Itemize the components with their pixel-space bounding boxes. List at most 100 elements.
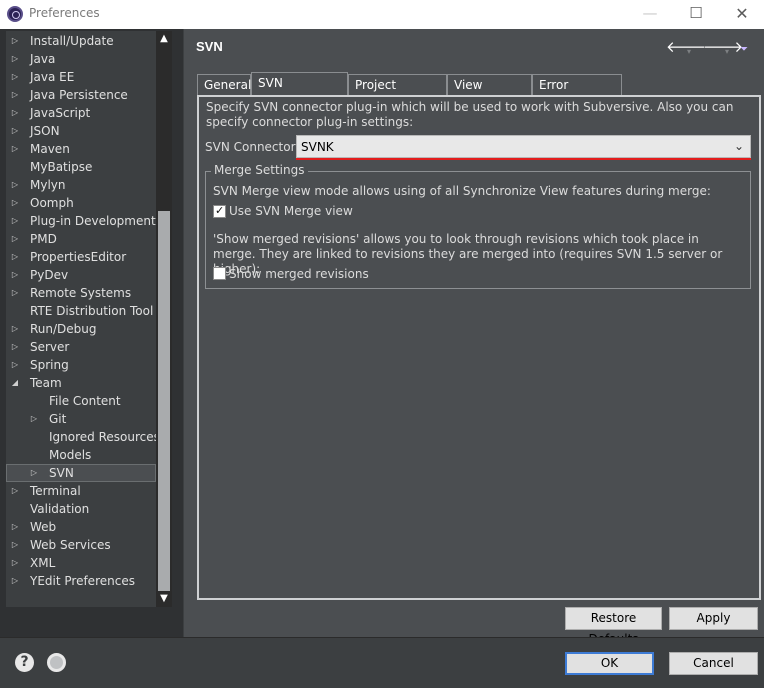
tree-item[interactable]: Ignored Resources [6, 428, 156, 446]
tree-item-label: XML [30, 556, 56, 570]
title-bar: Preferences — ☐ ✕ [0, 0, 764, 29]
tree-item[interactable]: ▷ Git [6, 410, 156, 428]
leaf-spacer [29, 446, 39, 464]
tree-item[interactable]: ▷ Mylyn [6, 176, 156, 194]
collapsed-twisty-icon[interactable]: ▷ [10, 482, 20, 500]
collapsed-twisty-icon[interactable]: ▷ [10, 212, 20, 230]
tree-item[interactable]: MyBatipse [6, 158, 156, 176]
tree-item[interactable]: ◢ Team [6, 374, 156, 392]
collapsed-twisty-icon[interactable]: ▷ [10, 284, 20, 302]
scroll-up-arrow-icon[interactable]: ▲ [156, 31, 172, 47]
tree-item[interactable]: ▷ SVN [6, 464, 156, 482]
view-menu-icon[interactable]: ⏷ [740, 41, 748, 59]
tree-item-label: Git [49, 412, 67, 426]
tree-item[interactable]: ▷ JavaScript [6, 104, 156, 122]
tab-general[interactable]: General [197, 74, 251, 95]
tree-item[interactable]: Validation [6, 500, 156, 518]
tree-item[interactable]: ▷ YEdit Preferences [6, 572, 156, 590]
collapsed-twisty-icon[interactable]: ▷ [29, 410, 39, 428]
tree-item[interactable]: ▷ Java [6, 50, 156, 68]
tree-item-label: Java Persistence [30, 88, 128, 102]
tree-item[interactable]: ▷ Remote Systems [6, 284, 156, 302]
show-merged-revisions-checkbox[interactable] [213, 267, 226, 280]
connector-error-underline [296, 158, 751, 160]
settings-icon[interactable] [47, 653, 66, 672]
tree-item[interactable]: ▷ Spring [6, 356, 156, 374]
restore-defaults-button[interactable]: Restore Defaults [565, 607, 662, 646]
tree-item[interactable]: ▷ Server [6, 338, 156, 356]
use-merge-view-label[interactable]: Use SVN Merge view [229, 204, 353, 218]
collapsed-twisty-icon[interactable]: ▷ [10, 86, 20, 104]
tree-item-label: JSON [30, 124, 60, 138]
collapsed-twisty-icon[interactable]: ▷ [10, 248, 20, 266]
tree-scrollbar[interactable]: ▲ ▼ [156, 31, 172, 607]
tree-item[interactable]: ▷ Maven [6, 140, 156, 158]
tree-item-label: PMD [30, 232, 57, 246]
tab-error-reporting[interactable]: Error Reporting [532, 74, 622, 112]
tree-item-label: Remote Systems [30, 286, 132, 300]
collapsed-twisty-icon[interactable]: ▷ [10, 32, 20, 50]
minimize-button[interactable]: — [627, 0, 673, 29]
collapsed-twisty-icon[interactable]: ▷ [10, 140, 20, 158]
collapsed-twisty-icon[interactable]: ▷ [10, 266, 20, 284]
tree-item[interactable]: ▷ PropertiesEditor [6, 248, 156, 266]
scroll-thumb[interactable] [158, 211, 170, 591]
collapsed-twisty-icon[interactable]: ▷ [10, 572, 20, 590]
tree-item[interactable]: ▷ Install/Update [6, 32, 156, 50]
svn-connector-select[interactable]: SVNK ⌄ [296, 135, 751, 158]
apply-button[interactable]: Apply [669, 607, 758, 630]
tree-item[interactable]: ▷ Terminal [6, 482, 156, 500]
tree-item[interactable]: ▷ Java Persistence [6, 86, 156, 104]
collapsed-twisty-icon[interactable]: ▷ [29, 464, 39, 482]
eclipse-icon [7, 6, 23, 22]
tree-item-label: Web Services [30, 538, 111, 552]
tree-item[interactable]: ▷ Web Services [6, 536, 156, 554]
back-history-chevron-icon[interactable]: ▾ [687, 43, 691, 61]
collapsed-twisty-icon[interactable]: ▷ [10, 338, 20, 356]
forward-arrow-icon[interactable]: 🡒 [703, 38, 743, 56]
cancel-button[interactable]: Cancel [669, 652, 758, 675]
tree-item[interactable]: ▷ Web [6, 518, 156, 536]
tree-item-label: Maven [30, 142, 70, 156]
collapsed-twisty-icon[interactable]: ▷ [10, 104, 20, 122]
help-icon[interactable]: ? [15, 653, 34, 672]
tree-item[interactable]: ▷ Oomph [6, 194, 156, 212]
tab-view-settings[interactable]: View Settings [447, 74, 532, 112]
collapsed-twisty-icon[interactable]: ▷ [10, 50, 20, 68]
collapsed-twisty-icon[interactable]: ▷ [10, 536, 20, 554]
collapsed-twisty-icon[interactable]: ▷ [10, 68, 20, 86]
tree-item[interactable]: ▷ PyDev [6, 266, 156, 284]
preferences-tree[interactable]: ▷ Install/Update ▷ Java ▷ Java EE ▷ Java Persis… [6, 31, 156, 607]
tree-item[interactable]: ▷ Plug-in Development [6, 212, 156, 230]
collapsed-twisty-icon[interactable]: ▷ [10, 176, 20, 194]
tab-svn-connector[interactable]: SVN Connector [251, 72, 348, 110]
svn-connector-value: SVNK [301, 140, 334, 154]
show-merged-revisions-label[interactable]: Show merged revisions [229, 267, 369, 281]
merge-view-mode-text: SVN Merge view mode allows using of all … [213, 184, 711, 198]
collapsed-twisty-icon[interactable]: ▷ [10, 230, 20, 248]
collapsed-twisty-icon[interactable]: ▷ [10, 194, 20, 212]
collapsed-twisty-icon[interactable]: ▷ [10, 320, 20, 338]
tree-item[interactable]: ▷ XML [6, 554, 156, 572]
ok-button[interactable]: OK [565, 652, 654, 675]
maximize-button[interactable]: ☐ [673, 0, 719, 29]
tree-item[interactable]: ▷ Run/Debug [6, 320, 156, 338]
tab-project-structure[interactable]: Project structure [348, 74, 447, 112]
collapsed-twisty-icon[interactable]: ▷ [10, 554, 20, 572]
tree-item-label: Validation [30, 502, 90, 516]
tree-item[interactable]: ▷ JSON [6, 122, 156, 140]
tree-item[interactable]: ▷ PMD [6, 230, 156, 248]
tree-item[interactable]: File Content [6, 392, 156, 410]
forward-history-chevron-icon[interactable]: ▾ [725, 43, 729, 61]
tree-item[interactable]: ▷ Java EE [6, 68, 156, 86]
scroll-down-arrow-icon[interactable]: ▼ [156, 591, 172, 607]
expanded-twisty-icon[interactable]: ◢ [10, 374, 20, 392]
collapsed-twisty-icon[interactable]: ▷ [10, 518, 20, 536]
collapsed-twisty-icon[interactable]: ▷ [10, 122, 20, 140]
chevron-down-icon[interactable]: ⌄ [734, 139, 744, 153]
close-button[interactable]: ✕ [719, 0, 764, 29]
tree-item[interactable]: RTE Distribution Tool [6, 302, 156, 320]
use-merge-view-checkbox[interactable]: ✓ [213, 204, 226, 218]
collapsed-twisty-icon[interactable]: ▷ [10, 356, 20, 374]
tree-item[interactable]: Models [6, 446, 156, 464]
